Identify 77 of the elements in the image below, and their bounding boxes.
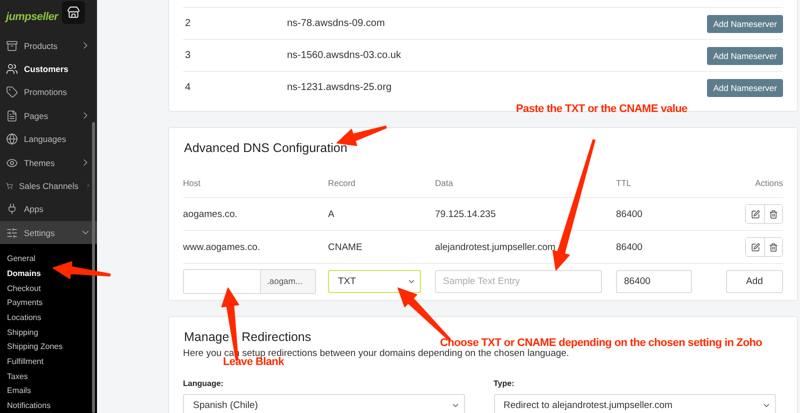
type-select[interactable]: Redirect to alejandrotest.jumpseller.com: [494, 394, 776, 413]
field-label: Type:: [494, 379, 516, 388]
table-cell-text: alejandrotest.jumpseller.com: [435, 242, 556, 252]
table-cell-text: www.aogames.co.: [183, 242, 262, 252]
annotation-arrow: [52, 261, 111, 280]
sidebar-item[interactable]: Themes: [0, 150, 97, 174]
nameserver-text: ns-78.awsdns-09.com: [287, 18, 386, 29]
section-title: Manage Redirections: [183, 330, 312, 344]
sidebar-item[interactable]: Customers: [0, 57, 97, 81]
row-number: 3: [184, 50, 192, 61]
submenu-item[interactable]: Domains: [0, 266, 97, 281]
menu-icon: [6, 110, 18, 122]
row-number: 4: [184, 82, 192, 93]
submenu-item[interactable]: Taxes: [0, 368, 97, 384]
sidebar-item[interactable]: Products: [0, 34, 97, 58]
annotation-text: Choose TXT or CNAME depending on the chosen setting in Zoho: [440, 337, 762, 349]
language-select[interactable]: Spanish (Chile): [183, 394, 465, 413]
sidebar-item[interactable]: Sales Channels: [0, 174, 97, 198]
submenu-item[interactable]: General: [0, 251, 97, 266]
sidebar-item[interactable]: Promotions: [0, 80, 97, 104]
submenu-item[interactable]: Emails: [0, 384, 97, 398]
sidebar-item[interactable]: Pages: [0, 104, 97, 128]
annotation-text: Leave Blank: [223, 356, 284, 368]
store-icon: [67, 6, 80, 20]
table-cell-text: CNAME: [328, 242, 364, 252]
trash-icon: [769, 242, 778, 252]
edit-icon: [750, 210, 760, 218]
submenu-item[interactable]: Shipping Zones: [0, 340, 97, 354]
nameserver-text: ns-1560.awsdns-03.co.uk: [287, 50, 402, 61]
menu-icon: [6, 203, 18, 216]
submenu-item[interactable]: Shipping: [0, 324, 97, 340]
column-header: Actions: [755, 178, 783, 188]
table-cell-text: 86400: [616, 208, 644, 220]
menu-icon: [6, 40, 18, 52]
submenu-item[interactable]: Locations: [0, 310, 97, 325]
table-cell-text: aogames.co.: [183, 208, 238, 220]
column-header: TTL: [616, 178, 632, 188]
delete-button[interactable]: [764, 205, 782, 223]
menu-icon: [6, 62, 18, 75]
logo[interactable]: jumpseller: [6, 10, 58, 23]
column-header: Data: [435, 178, 454, 188]
chevron-down-icon: [762, 401, 770, 410]
host-input-field[interactable]: .aogam...: [183, 268, 316, 294]
sidebar-item[interactable]: Apps: [0, 198, 97, 221]
menu-icon: [6, 86, 18, 98]
section-title: Advanced DNS Configuration: [183, 141, 348, 155]
row-number: 2: [184, 18, 192, 29]
data-input-field[interactable]: Sample Text Entry: [435, 270, 602, 292]
column-header: Record: [328, 178, 356, 188]
add-nameserver-button[interactable]: Add Nameserver: [707, 14, 783, 32]
column-header: Host: [183, 178, 202, 188]
record-select[interactable]: TXT: [328, 270, 421, 292]
ttl-input-field[interactable]: 86400: [616, 270, 692, 292]
trash-icon: [769, 210, 778, 218]
scrollbar[interactable]: [92, 122, 95, 413]
table-cell-text: 79.125.14.235: [435, 208, 497, 220]
submenu-item[interactable]: Notifications: [0, 398, 97, 413]
chevron-down-icon: [451, 401, 460, 410]
submenu-item[interactable]: Payments: [0, 295, 97, 310]
annotation-text: Paste the TXT or the CNAME value: [516, 103, 688, 115]
table-cell-text: 86400: [616, 242, 644, 252]
submenu-item[interactable]: Checkout: [0, 280, 97, 296]
menu-icon: [6, 156, 18, 168]
menu-icon: [6, 133, 18, 146]
add-nameserver-button[interactable]: Add Nameserver: [707, 46, 783, 64]
sidebar-item[interactable]: Languages: [0, 127, 97, 151]
submenu-item[interactable]: Fulfillment: [0, 354, 97, 369]
menu-icon: [6, 226, 18, 239]
edit-icon: [750, 242, 760, 252]
field-label: Language:: [183, 379, 224, 388]
nameserver-text: ns-1231.awsdns-25.org: [287, 82, 393, 93]
store-button[interactable]: [62, 1, 85, 24]
delete-button[interactable]: [764, 238, 782, 256]
add-button[interactable]: Add: [726, 270, 783, 292]
add-nameserver-button[interactable]: Add Nameserver: [707, 78, 783, 96]
sidebar-item[interactable]: Settings: [0, 220, 97, 244]
table-cell-text: A: [328, 208, 336, 220]
